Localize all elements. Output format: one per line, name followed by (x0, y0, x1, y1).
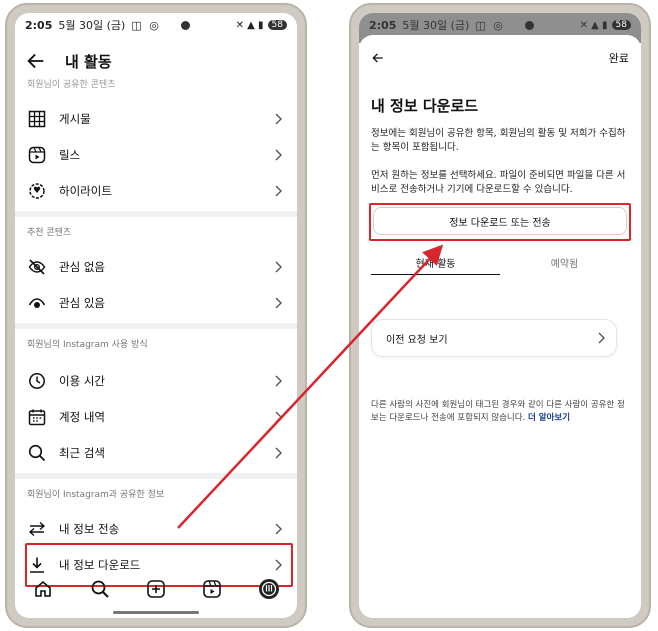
menu-item-label: 관심 있음 (59, 296, 105, 310)
download-sheet: 완료 내 정보 다운로드 정보에는 회원님이 공유한 항목, 회원님의 활동 및… (359, 35, 641, 618)
chevron-right-icon (275, 185, 282, 197)
menu-item-recent-searches[interactable]: 최근 검색 (15, 435, 297, 471)
section-label-shared: 회원님이 공유한 콘텐츠 (27, 80, 116, 89)
right-phone-frame: 2:05 5월 30일 (금) ◫ ◎ ✕ ▲ ▮ 58 완료 내 정보 다운로… (349, 3, 651, 628)
eye-icon (27, 293, 47, 313)
status-bar: 2:05 5월 30일 (금) ◫ ◎ ✕ ▲ ▮ 58 (15, 13, 297, 37)
description-2: 먼저 원하는 정보를 선택하세요. 파일이 준비되면 파일을 다른 서비스로 전… (371, 170, 626, 195)
previous-requests-label: 이전 요청 보기 (386, 334, 448, 346)
footer-text: 다른 사람의 사진에 회원님이 태그된 경우와 같이 다른 사람이 공유한 정보… (371, 400, 625, 423)
tab-current-activity[interactable]: 현재 활동 (371, 251, 500, 275)
page-title: 내 정보 다운로드 (371, 97, 479, 115)
status-time: 2:05 (369, 18, 397, 32)
menu-item-account-history[interactable]: 계정 내역 (15, 399, 297, 435)
create-post-icon[interactable] (145, 578, 167, 600)
eye-off-icon (27, 257, 47, 277)
status-time: 2:05 (25, 18, 53, 32)
status-bar: 2:05 5월 30일 (금) ◫ ◎ ✕ ▲ ▮ 58 (359, 13, 641, 37)
reels-tab-icon[interactable] (201, 578, 223, 600)
chevron-right-icon (275, 113, 282, 125)
battery-icon: 58 (267, 20, 287, 30)
status-right: ✕ ▲ ▮ 58 (580, 20, 631, 31)
section-divider (15, 473, 297, 479)
signal-icon: ✕ ▲ ▮ (579, 19, 608, 31)
chevron-right-icon (275, 149, 282, 161)
chevron-right-icon (598, 332, 605, 344)
app-notification-icon (180, 20, 190, 30)
signal-icon: ✕ ▲ ▮ (235, 19, 264, 31)
menu-item-label: 계정 내역 (59, 410, 105, 424)
home-icon[interactable] (32, 578, 54, 600)
section-label-info: 회원님이 Instagram과 공유한 정보 (27, 490, 165, 500)
menu-item-label: 하이라이트 (59, 184, 112, 198)
chevron-right-icon (275, 447, 282, 459)
grid-icon (27, 109, 47, 129)
chevron-right-icon (275, 523, 282, 535)
reels-icon (27, 145, 47, 165)
notification-icons: ◫ ◎ (475, 18, 505, 32)
menu-item-label: 게시물 (59, 112, 91, 126)
sheet-header: 완료 (359, 43, 641, 73)
battery-icon: 58 (611, 20, 631, 30)
menu-item-highlights[interactable]: 하이라이트 (15, 173, 297, 209)
done-button[interactable]: 완료 (609, 50, 629, 66)
previous-requests-card[interactable]: 이전 요청 보기 (371, 319, 617, 357)
chevron-right-icon (275, 261, 282, 273)
right-screen: 2:05 5월 30일 (금) ◫ ◎ ✕ ▲ ▮ 58 완료 내 정보 다운로… (359, 13, 641, 618)
status-date: 5월 30일 (금) (58, 19, 126, 32)
section-label-recommended: 추천 콘텐츠 (27, 228, 72, 238)
calendar-icon (27, 407, 47, 427)
section-label-usage: 회원님의 Instagram 사용 방식 (27, 340, 148, 350)
menu-item-transfer-info[interactable]: 내 정보 전송 (15, 511, 297, 547)
menu-item-label: 내 정보 전송 (59, 522, 120, 536)
bottom-tab-bar (15, 572, 297, 606)
menu-item-not-interested[interactable]: 관심 없음 (15, 249, 297, 285)
menu-item-label: 릴스 (59, 148, 81, 162)
chevron-right-icon (275, 375, 282, 387)
chevron-right-icon (275, 411, 282, 423)
notification-icons: ◫ ◎ (131, 18, 161, 32)
footer-note: 다른 사람의 사진에 회원님이 태그된 경우와 같이 다른 사람이 공유한 정보… (371, 399, 629, 425)
status-right: ✕ ▲ ▮ 58 (236, 20, 287, 31)
menu-item-label: 최근 검색 (59, 446, 105, 460)
page-title: 내 활동 (65, 52, 112, 71)
tab-scheduled[interactable]: 예약됨 (500, 251, 629, 275)
search-icon (27, 443, 47, 463)
left-screen: 2:05 5월 30일 (금) ◫ ◎ ✕ ▲ ▮ 58 내 활동 회원님이 공… (15, 13, 297, 618)
search-tab-icon[interactable] (89, 578, 111, 600)
chevron-right-icon (275, 297, 282, 309)
description-1: 정보에는 회원님이 공유한 항목, 회원님의 활동 및 저희가 수집하는 항목이… (371, 128, 626, 153)
back-arrow-icon[interactable] (25, 50, 47, 72)
menu-item-reels[interactable]: 릴스 (15, 137, 297, 173)
learn-more-link[interactable]: 더 알아보기 (528, 413, 570, 423)
clock-icon (27, 371, 47, 391)
menu-item-label: 관심 없음 (59, 260, 105, 274)
back-arrow-icon[interactable] (371, 51, 385, 65)
section-divider (15, 323, 297, 329)
menu-item-time-spent[interactable]: 이용 시간 (15, 363, 297, 399)
menu-item-posts[interactable]: 게시물 (15, 101, 297, 137)
menu-item-label: 이용 시간 (59, 374, 105, 388)
menu-item-interested[interactable]: 관심 있음 (15, 285, 297, 321)
highlight-icon (27, 181, 47, 201)
header: 내 활동 (15, 43, 297, 79)
profile-avatar-icon[interactable] (258, 578, 280, 600)
tab-strip: 현재 활동 예약됨 (371, 251, 629, 275)
left-phone-frame: 2:05 5월 30일 (금) ◫ ◎ ✕ ▲ ▮ 58 내 활동 회원님이 공… (5, 3, 307, 628)
transfer-icon (27, 519, 47, 539)
status-date: 5월 30일 (금) (402, 19, 470, 32)
highlight-download-button (369, 203, 631, 241)
home-indicator (113, 611, 199, 614)
section-divider (15, 211, 297, 217)
app-notification-icon (524, 20, 534, 30)
